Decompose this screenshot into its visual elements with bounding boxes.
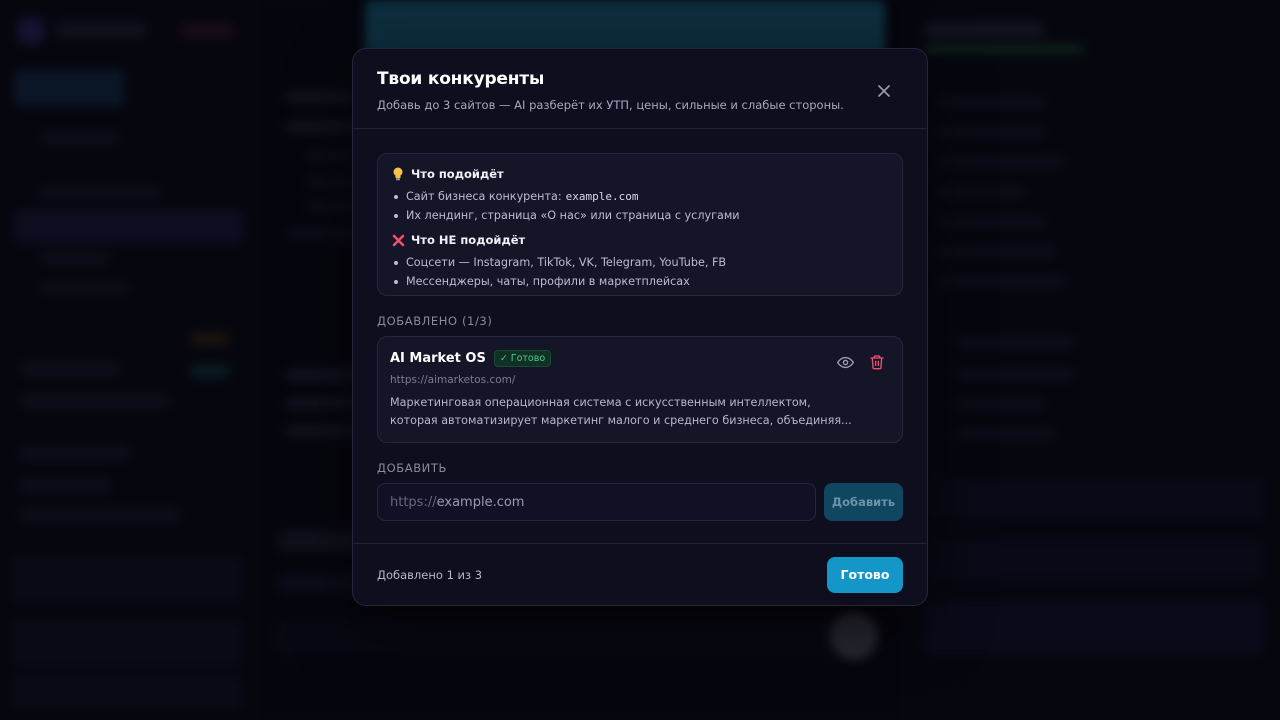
done-button[interactable]: Готово <box>827 556 903 593</box>
competitor-name: AI Market OS <box>390 351 486 366</box>
add-row: https://example.com Добавить <box>377 483 903 521</box>
list-item: Сайт бизнеса конкурента: example.com <box>392 187 888 206</box>
modal-subtitle: Добавь до 3 сайтов — AI разберёт их УТП,… <box>377 98 844 112</box>
list-item: Их лендинг, страница «О нас» или страниц… <box>392 206 888 225</box>
status-badge: ✓ Готово <box>493 350 552 367</box>
hint-text: Их лендинг, страница «О нас» или страниц… <box>406 209 740 222</box>
eye-icon <box>836 356 854 368</box>
modal-footer: Добавлено 1 из 3 Готово <box>353 543 927 605</box>
close-button[interactable] <box>874 81 894 101</box>
list-item: Соцсети — Instagram, TikTok, VK, Telegra… <box>392 253 888 272</box>
list-item: Мессенджеры, чаты, профили в маркетплейс… <box>392 272 888 291</box>
view-button[interactable] <box>836 353 854 371</box>
close-icon <box>878 85 890 97</box>
good-hint-title: Что подойдёт <box>411 167 504 181</box>
competitor-title-row: AI Market OS ✓ Готово <box>390 350 890 367</box>
added-section-label: ДОБАВЛЕНО (1/3) <box>377 314 493 328</box>
bad-hint-list: Соцсети — Instagram, TikTok, VK, Telegra… <box>392 253 888 291</box>
competitor-url: https://aimarketos.com/ <box>390 374 516 386</box>
url-placeholder: example.com <box>436 494 525 510</box>
hint-text: Сайт бизнеса конкурента: <box>406 190 562 203</box>
competitor-card: AI Market OS ✓ Готово https://aimarketos… <box>377 336 903 443</box>
modal-body: Что подойдёт Сайт бизнеса конкурента: exa… <box>353 129 927 521</box>
description-line: Маркетинговая операционная система с иск… <box>390 396 811 409</box>
bad-hint-title: Что НЕ подойдёт <box>411 233 526 247</box>
good-hint-list: Сайт бизнеса конкурента: example.com Их л… <box>392 187 888 225</box>
good-hint-heading: Что подойдёт <box>392 167 888 181</box>
hint-box: Что подойдёт Сайт бизнеса конкурента: exa… <box>377 153 903 296</box>
competitor-description: Маркетинговая операционная система с иск… <box>390 394 890 430</box>
lightbulb-icon <box>392 167 408 181</box>
url-input[interactable]: https://example.com <box>377 483 816 521</box>
url-prefix: https:// <box>390 494 437 510</box>
added-count: Добавлено 1 из 3 <box>377 567 483 582</box>
bad-hint-heading: Что НЕ подойдёт <box>392 233 888 247</box>
description-line: которая автоматизирует маркетинг малого … <box>390 414 852 427</box>
cross-mark-icon <box>392 233 408 247</box>
example-code: example.com <box>565 190 639 203</box>
delete-button[interactable] <box>868 353 886 371</box>
modal-title: Твои конкуренты <box>377 69 545 89</box>
add-section-label: ДОБАВИТЬ <box>377 461 447 475</box>
card-actions <box>836 353 886 371</box>
add-button[interactable]: Добавить <box>824 483 903 521</box>
competitors-modal: Твои конкуренты Добавь до 3 сайтов — AI … <box>352 48 928 606</box>
modal-header: Твои конкуренты Добавь до 3 сайтов — AI … <box>353 49 927 129</box>
trash-icon <box>870 355 884 370</box>
